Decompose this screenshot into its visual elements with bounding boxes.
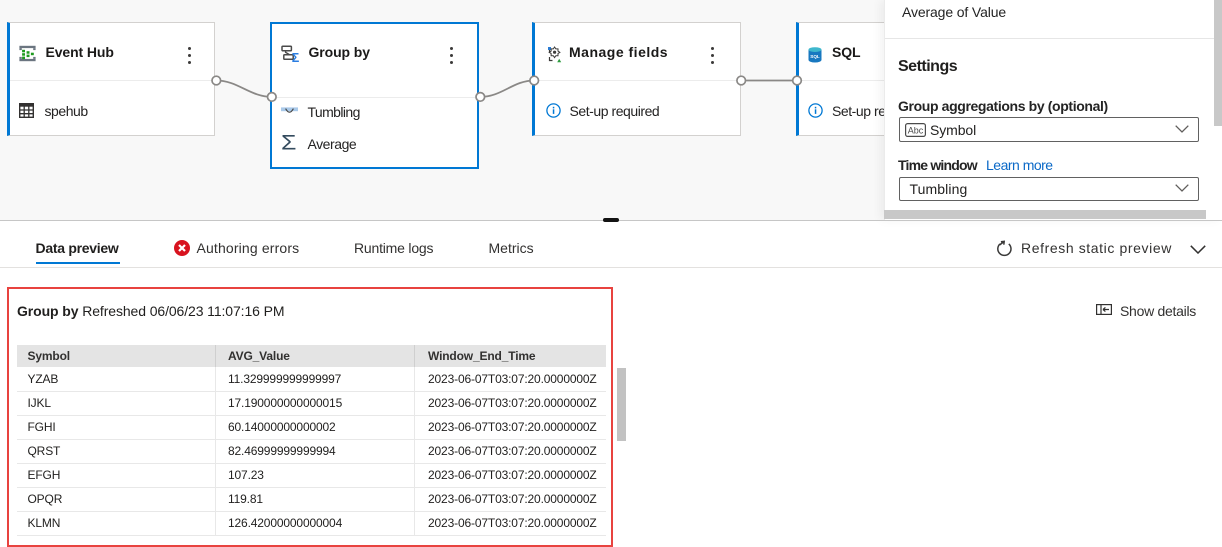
svg-text:SQL: SQL	[810, 53, 820, 58]
svg-text:Abc: Abc	[907, 125, 923, 135]
svg-text:Σ: Σ	[291, 51, 299, 63]
